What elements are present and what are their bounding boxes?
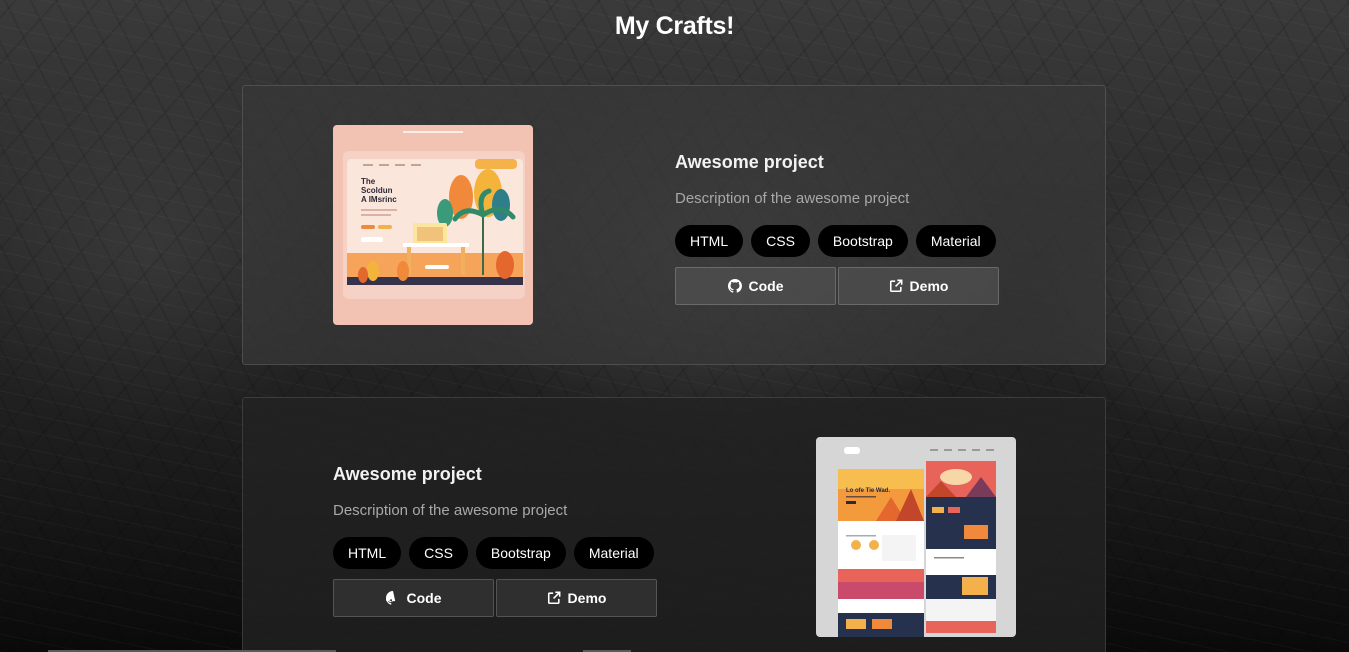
tag-css: CSS — [751, 225, 810, 257]
demo-button-label: Demo — [567, 590, 607, 606]
code-button-label: Code — [748, 278, 784, 294]
demo-button-label: Demo — [909, 278, 949, 294]
external-link-icon — [547, 591, 561, 605]
project-card: Awesome project Description of the aweso… — [242, 397, 1106, 652]
demo-button[interactable]: Demo — [496, 579, 657, 617]
tag-html: HTML — [333, 537, 402, 569]
code-button[interactable]: Code — [333, 579, 494, 617]
tag-material: Material — [573, 537, 654, 569]
project-actions: Code Demo — [333, 579, 657, 617]
project-title: Awesome project — [675, 152, 824, 172]
project-thumbnail[interactable]: Lo ofe Tie Wad. — [816, 437, 1016, 637]
code-button-label: Code — [406, 590, 442, 606]
project-info: Awesome project Description of the aweso… — [675, 152, 999, 305]
project-title: Awesome project — [333, 464, 482, 484]
demo-button[interactable]: Demo — [838, 267, 999, 305]
tag-material: Material — [915, 225, 996, 257]
project-description: Description of the awesome project — [675, 190, 910, 207]
project-thumbnail-image: Lo ofe Tie Wad. — [816, 437, 1016, 637]
svg-text:A IMsrinc: A IMsrinc — [361, 195, 397, 204]
project-thumbnail-image: The Scoldun A IMsrinc — [333, 125, 533, 325]
svg-text:The: The — [361, 177, 376, 186]
project-thumbnail[interactable]: The Scoldun A IMsrinc — [333, 125, 533, 325]
tag-list: HTML CSS Bootstrap Material — [675, 225, 999, 257]
project-actions: Code Demo — [675, 267, 999, 305]
tag-list: HTML CSS Bootstrap Material — [333, 537, 657, 569]
svg-text:Scoldun: Scoldun — [361, 186, 393, 195]
code-button[interactable]: Code — [675, 267, 836, 305]
project-info: Awesome project Description of the aweso… — [333, 464, 657, 617]
project-card: The Scoldun A IMsrinc Awesome project De… — [242, 85, 1106, 365]
svg-text:Lo ofe Tie Wad.: Lo ofe Tie Wad. — [846, 488, 890, 494]
github-icon — [385, 591, 395, 605]
external-link-icon — [889, 279, 903, 293]
page-title: My Crafts! — [614, 12, 735, 40]
tag-bootstrap: Bootstrap — [817, 225, 908, 257]
tag-bootstrap: Bootstrap — [475, 537, 566, 569]
tag-css: CSS — [409, 537, 468, 569]
tag-html: HTML — [675, 225, 744, 257]
github-icon — [727, 279, 742, 293]
project-description: Description of the awesome project — [333, 502, 568, 519]
